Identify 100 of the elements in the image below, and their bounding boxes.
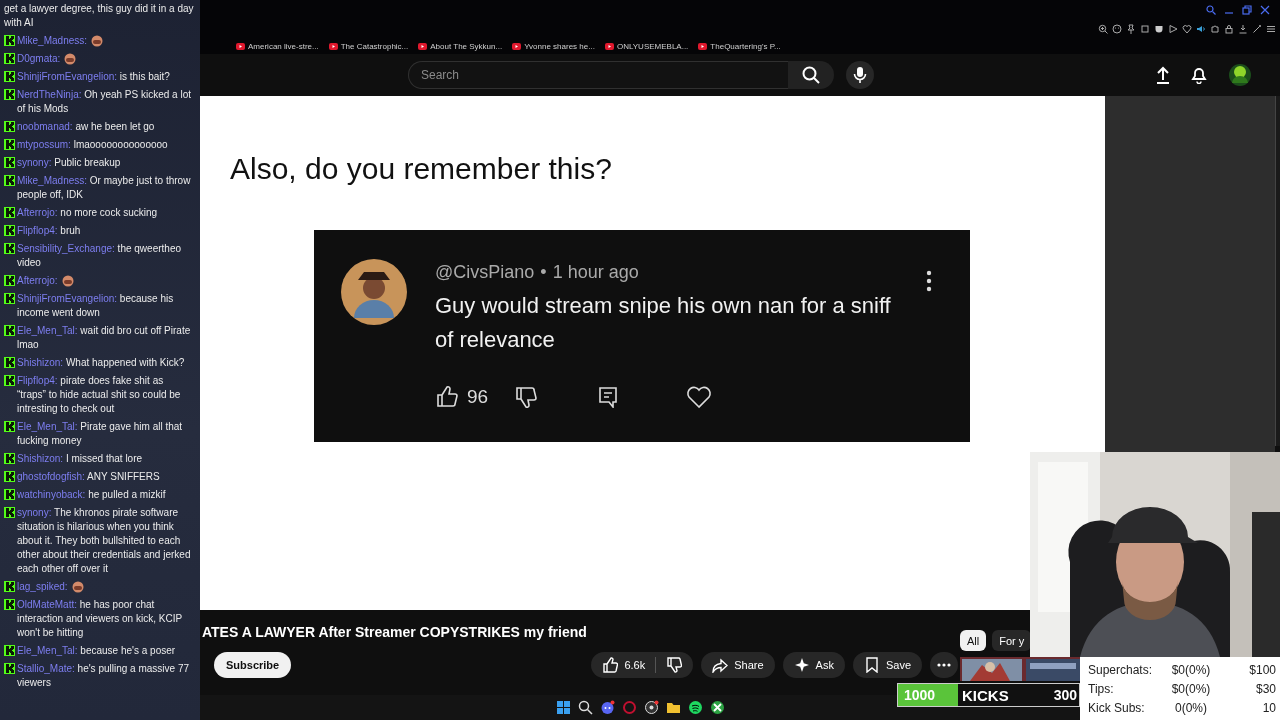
- more-button[interactable]: [930, 652, 958, 678]
- heart-icon[interactable]: [1182, 24, 1192, 34]
- logo-icon: [4, 421, 15, 432]
- avatar: [340, 258, 408, 326]
- video-title: ATES A LAWYER After Streamer COPYSTRIKES my friend: [202, 624, 588, 640]
- play-icon[interactable]: [1168, 24, 1178, 34]
- chat-message: Flipflop4: pirate does fake shit as “traps” to hide actual shit so could be intresting to check out: [17, 374, 182, 416]
- chat-message: mtypossum: lmaoooooooooooooo: [17, 138, 169, 152]
- music-icon[interactable]: [688, 700, 703, 715]
- scrollbar[interactable]: [1275, 96, 1280, 446]
- chat-message: Stallio_Mate: he's pulling a massive 77 viewers: [17, 662, 190, 690]
- thumbs-up-icon[interactable]: [435, 385, 459, 409]
- search-field[interactable]: Search: [408, 61, 788, 89]
- play-icon: [512, 42, 522, 50]
- share-button[interactable]: Share: [701, 652, 775, 678]
- goal-target: $30: [1254, 681, 1276, 696]
- avatar[interactable]: [1228, 63, 1252, 87]
- logo-icon: [4, 157, 15, 168]
- goal-count: 1000: [904, 687, 937, 703]
- logo-icon: [4, 225, 15, 236]
- logo-icon: [4, 663, 15, 674]
- pin-icon[interactable]: [1126, 24, 1136, 34]
- reply-icon[interactable]: [598, 386, 619, 408]
- bell-icon[interactable]: [1190, 66, 1208, 84]
- folder-icon[interactable]: [666, 700, 681, 715]
- chat-message: Ele_Men_Tal: because he's a poser: [17, 644, 177, 658]
- speaker-icon[interactable]: [1196, 24, 1206, 34]
- more-icon[interactable]: [926, 270, 932, 292]
- thumbs-down-icon: [666, 657, 683, 673]
- logo-icon: [4, 71, 15, 82]
- emote-icon: [64, 53, 77, 65]
- ring-icon[interactable]: [622, 700, 637, 715]
- logo-icon: [4, 121, 15, 132]
- smiley-icon[interactable]: [1112, 24, 1122, 34]
- chat-message: OldMateMatt: he has poor chat interaction and viewers on kick, KCIP won't be hitting: [17, 598, 183, 640]
- emote-icon: [61, 275, 74, 287]
- logo-icon: [4, 139, 15, 150]
- close-icon[interactable]: [1260, 5, 1270, 15]
- zoom-icon[interactable]: [1098, 24, 1108, 34]
- thumbs-down-icon[interactable]: [514, 385, 539, 409]
- goal-value: $0(0%): [1170, 681, 1212, 696]
- search-icon[interactable]: [578, 700, 593, 715]
- restore-icon[interactable]: [1242, 5, 1252, 15]
- bookmark-icon: [863, 657, 880, 673]
- search-button[interactable]: [788, 61, 834, 89]
- play-icon: [698, 42, 708, 50]
- goal-name: Tips:: [1088, 681, 1115, 696]
- logo-icon: [4, 489, 15, 500]
- ask-button[interactable]: Ask: [782, 652, 845, 678]
- username[interactable]: lag_spiked:: [17, 580, 68, 594]
- logo-icon: [4, 35, 15, 46]
- search-icon: [802, 66, 820, 84]
- upload-icon[interactable]: [1156, 66, 1170, 84]
- logo-icon: [4, 175, 15, 186]
- chat-message: Shishizon: What happened with Kick?: [17, 356, 186, 370]
- lock-icon[interactable]: [1224, 24, 1234, 34]
- goal-name: Kick Subs:: [1088, 700, 1146, 715]
- app-icon[interactable]: [644, 700, 659, 715]
- filter-chip[interactable]: All: [960, 630, 987, 651]
- logo-icon: [4, 471, 15, 482]
- goal-target: 300: [1053, 687, 1077, 703]
- filter-chip[interactable]: For y: [992, 630, 1032, 651]
- like-dislike-button[interactable]: 6.6k: [591, 652, 694, 678]
- download-icon[interactable]: [1238, 24, 1248, 34]
- logo-icon: [4, 599, 15, 610]
- goal-label: KICKS: [962, 686, 1009, 704]
- app-icon[interactable]: [600, 700, 615, 715]
- username[interactable]: Mike_Madness:: [17, 34, 88, 48]
- chat-message: ShinjiFromEvangelion: is this bait?: [17, 70, 171, 84]
- thumbs-up-icon: [602, 657, 619, 673]
- crop-icon[interactable]: [1140, 24, 1150, 34]
- chat-message: ShinjiFromEvangelion: because his income went down: [17, 292, 175, 320]
- windows-icon[interactable]: [556, 700, 571, 715]
- menu-icon[interactable]: [1266, 24, 1276, 34]
- logo-icon: [4, 275, 15, 286]
- chat-message: get a lawyer degree, this guy did it in a day with AI: [4, 2, 194, 30]
- chat-message: Mike_Madness: Or maybe just to throw people off, IDK: [17, 174, 192, 202]
- xbox-icon[interactable]: [710, 700, 725, 715]
- comment-text: Guy would stream snipe his own nan for a sniff of relevance: [435, 292, 892, 354]
- goal-target: 10: [1261, 700, 1276, 715]
- microphone-icon: [853, 66, 867, 84]
- comment-author[interactable]: @CivsPiano: [435, 262, 535, 283]
- chat-message: noobmanad: aw he been let go: [17, 120, 156, 134]
- play-icon: [604, 42, 614, 50]
- chat-message: Flipflop4: bruh: [17, 224, 82, 238]
- microphone-button[interactable]: [846, 61, 874, 89]
- username[interactable]: Afterrojo:: [17, 274, 58, 288]
- save-button[interactable]: Save: [852, 652, 922, 678]
- logo-icon: [4, 293, 15, 304]
- chat-message: NerdTheNinja: Oh yeah PS kicked a lot of his Mods: [17, 88, 192, 116]
- logo-icon: [4, 243, 15, 254]
- username[interactable]: D0gmata:: [17, 52, 61, 66]
- separator-dot: •: [540, 262, 547, 283]
- chat-message: Ele_Men_Tal: Pirate gave him all that fucking money: [17, 420, 184, 448]
- chat-message: Sensibility_Exchange: the qweertheo video: [17, 242, 182, 270]
- slide-heading: Also, do you remember this?: [230, 152, 613, 186]
- chat-message: Afterrojo: no more cock sucking: [17, 206, 159, 220]
- chat-message: watchinyoback: he pulled a mizkif: [17, 488, 167, 502]
- subscribe-button[interactable]: Subscribe: [214, 652, 292, 678]
- play-icon: [236, 42, 245, 50]
